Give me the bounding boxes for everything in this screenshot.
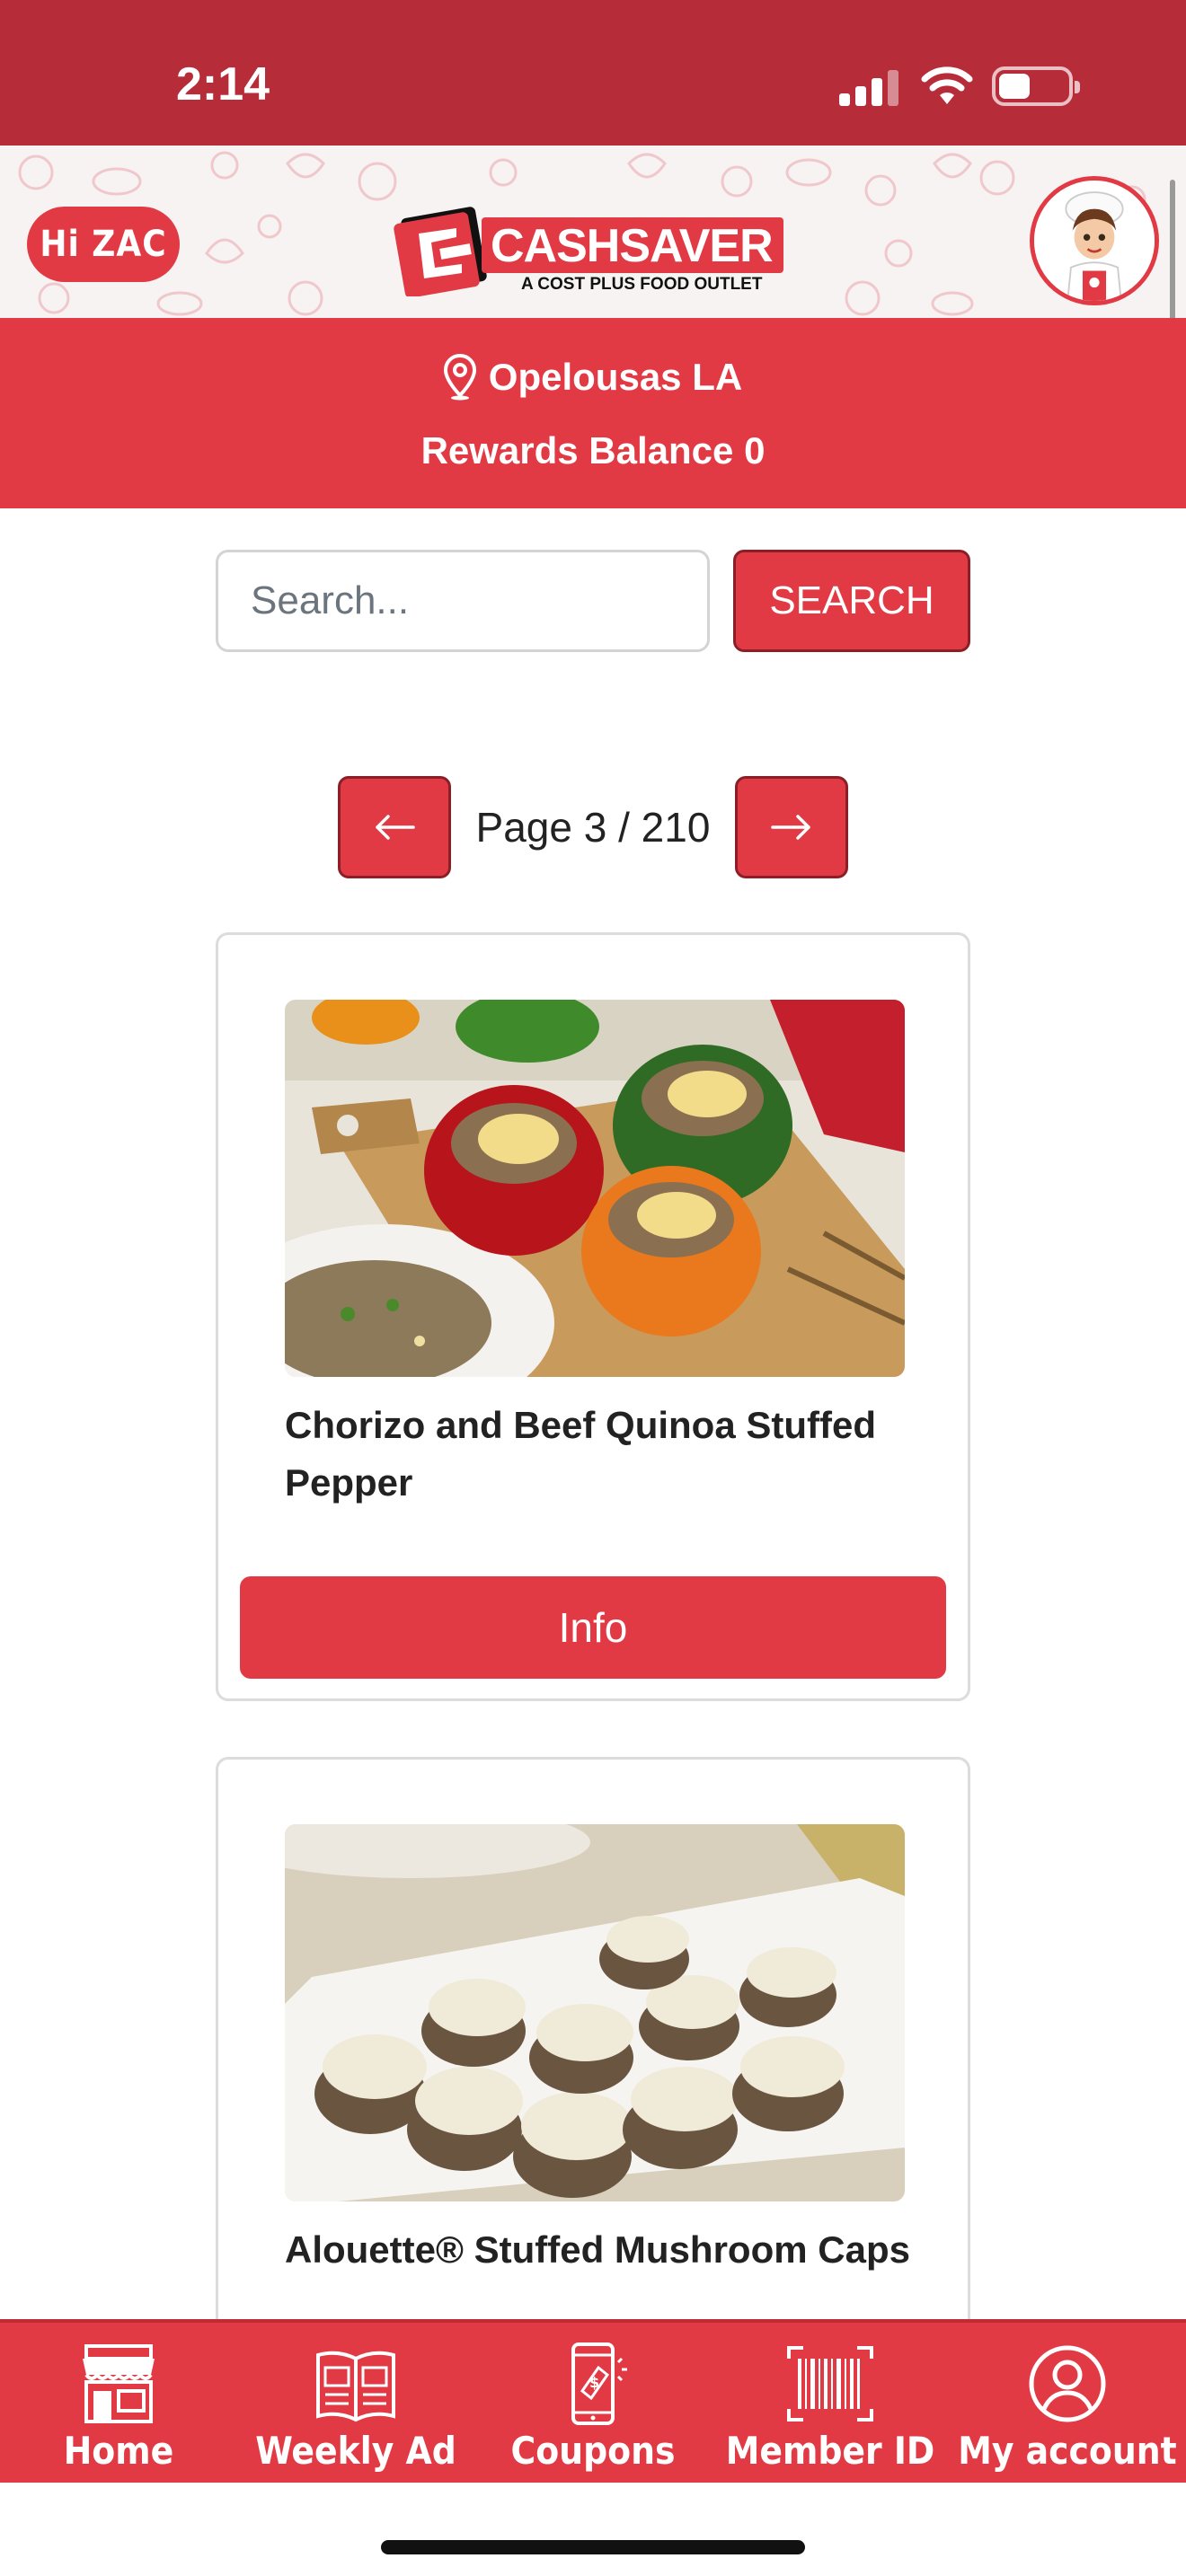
nav-label-my-account: My account	[958, 2429, 1177, 2473]
page-indicator: Page 3 / 210	[475, 804, 711, 851]
nav-label-member-id: Member ID	[725, 2429, 935, 2473]
nav-item-my-account[interactable]: My account	[949, 2323, 1186, 2483]
recipe-card: Alouette® Stuffed Mushroom Caps	[216, 1757, 970, 2332]
cellular-signal-icon	[839, 68, 902, 106]
previous-page-button[interactable]	[338, 776, 451, 878]
battery-icon	[992, 66, 1080, 106]
phone-coupon-icon: $	[571, 2342, 627, 2425]
home-indicator[interactable]	[381, 2540, 805, 2554]
arrow-right-icon	[771, 815, 810, 840]
cashsaver-logo: CASHSAVER A COST PLUS FOOD OUTLET	[394, 207, 787, 296]
brand-header: Hi ZAC CASHSAVER A COST PLUS FOOD OUTLET	[0, 146, 1186, 318]
status-time: 2:14	[176, 58, 270, 110]
barcode-icon	[787, 2346, 873, 2422]
nav-label-coupons: Coupons	[510, 2429, 676, 2473]
bottom-navigation: Home Weekly Ad $ Coupons Member ID My ac…	[0, 2319, 1186, 2483]
nav-item-home[interactable]: Home	[0, 2323, 237, 2483]
recipe-title[interactable]: Chorizo and Beef Quinoa Stuffed Pepper	[285, 1397, 914, 1512]
nav-item-weekly-ad[interactable]: Weekly Ad	[237, 2323, 474, 2483]
location-banner: Opelousas LA Rewards Balance 0	[0, 318, 1186, 508]
nav-item-coupons[interactable]: $ Coupons	[474, 2323, 712, 2483]
store-name: Opelousas LA	[488, 356, 743, 398]
nav-label-weekly-ad: Weekly Ad	[255, 2429, 456, 2473]
stuffed-peppers-photo[interactable]	[285, 1000, 905, 1377]
store-location[interactable]: Opelousas LA	[0, 354, 1186, 401]
search-input[interactable]	[216, 550, 710, 652]
rewards-balance: Rewards Balance 0	[420, 429, 766, 472]
recipe-card: Chorizo and Beef Quinoa Stuffed Pepper I…	[216, 932, 970, 1701]
info-button[interactable]: Info	[240, 1576, 946, 1679]
recipe-title[interactable]: Alouette® Stuffed Mushroom Caps	[285, 2221, 914, 2279]
next-page-button[interactable]	[735, 776, 848, 878]
chef-avatar-icon[interactable]	[1030, 176, 1159, 305]
home-indicator-area	[0, 2483, 1186, 2576]
search-button[interactable]: SEARCH	[733, 550, 970, 652]
logo-name: CASHSAVER	[491, 220, 774, 272]
location-pin-icon	[443, 354, 476, 401]
wifi-icon	[921, 66, 973, 104]
logo-tagline: A COST PLUS FOOD OUTLET	[521, 275, 763, 294]
nav-label-home: Home	[63, 2429, 174, 2473]
cashsaver-logo-mark-icon	[394, 207, 487, 296]
nav-item-member-id[interactable]: Member ID	[712, 2323, 949, 2483]
greeting-button[interactable]: Hi ZAC	[27, 207, 180, 282]
storefront-icon	[83, 2344, 155, 2423]
stuffed-mushrooms-photo[interactable]	[285, 1824, 905, 2201]
arrow-left-icon	[376, 815, 415, 840]
status-bar: 2:14	[0, 0, 1186, 146]
svg-text:$: $	[589, 2374, 599, 2391]
user-circle-icon	[1029, 2345, 1106, 2422]
open-book-icon	[316, 2351, 395, 2422]
